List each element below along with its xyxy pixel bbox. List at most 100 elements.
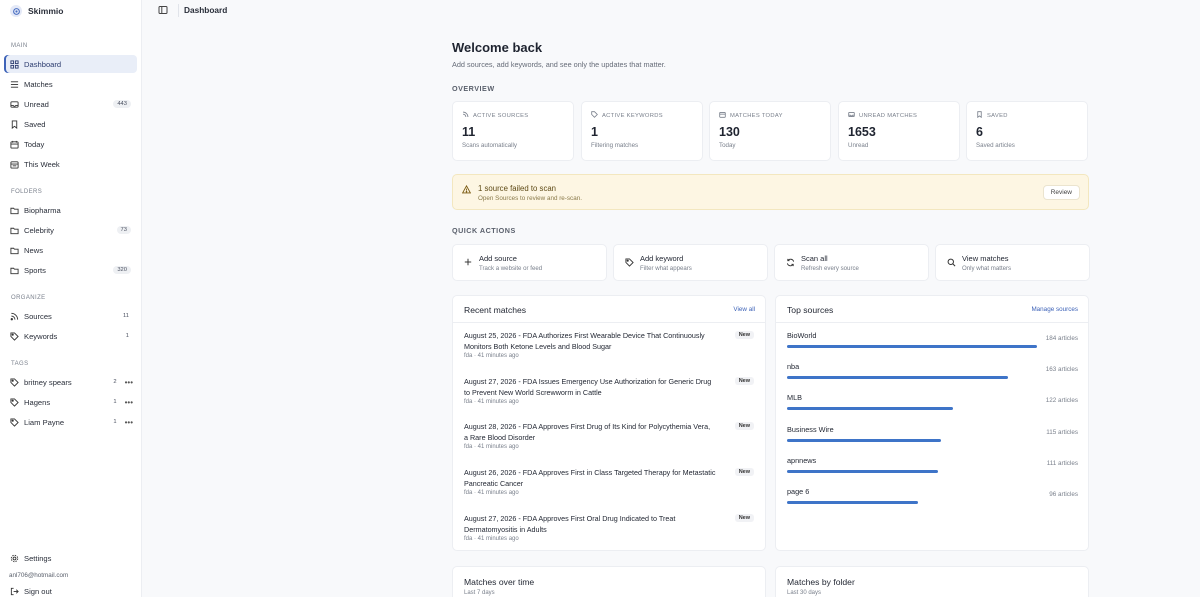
- stat-card-active-keywords[interactable]: ACTIVE KEYWORDS 1 Filtering matches: [581, 101, 703, 161]
- sidebar: Skimmio MAIN Dashboard Matches Unread 44…: [0, 0, 142, 597]
- stat-caption: Unread: [848, 142, 869, 149]
- source-bar: [787, 407, 953, 410]
- source-row[interactable]: page 6 96 articles: [787, 487, 1078, 511]
- stat-value: 6: [976, 125, 983, 139]
- brand[interactable]: Skimmio: [10, 5, 63, 17]
- panel-title: Matches by folder: [787, 577, 855, 587]
- list-item[interactable]: August 28, 2026 - FDA Approves First Dru…: [464, 421, 754, 450]
- search-icon: [946, 257, 956, 267]
- tag-icon: [9, 417, 19, 427]
- tag-count: 1: [113, 419, 117, 425]
- bookmark-icon: [9, 119, 19, 129]
- plus-icon: [463, 257, 473, 267]
- divider: [178, 4, 179, 17]
- more-icon[interactable]: •••: [125, 378, 133, 387]
- tag-count: 2: [113, 379, 117, 385]
- folder-count-badge: 73: [116, 226, 131, 234]
- more-icon[interactable]: •••: [125, 398, 133, 407]
- review-button[interactable]: Review: [1042, 185, 1080, 200]
- list-item[interactable]: August 26, 2026 - FDA Approves First in …: [464, 467, 754, 496]
- panel-title: Matches over time: [464, 577, 535, 587]
- matches-by-folder-panel: Matches by folder Last 30 days: [775, 566, 1089, 597]
- calendar-icon: [719, 111, 726, 120]
- sidebar-item-this-week[interactable]: This Week: [4, 155, 137, 173]
- list-item[interactable]: August 25, 2026 - FDA Authorizes First W…: [464, 330, 754, 359]
- recent-matches-panel: Recent matches View all August 25, 2026 …: [452, 295, 766, 551]
- quick-actions-heading: QUICK ACTIONS: [452, 226, 516, 235]
- add-keyword-button[interactable]: Add keyword Filter what appears: [613, 244, 768, 281]
- new-badge: New: [734, 377, 754, 385]
- sidebar-item-tag-liam-payne[interactable]: Liam Payne 1 •••: [4, 413, 137, 431]
- sidebar-item-sources[interactable]: Sources 11: [4, 307, 137, 325]
- tag-icon: [9, 331, 19, 341]
- more-icon[interactable]: •••: [125, 418, 133, 427]
- sidebar-item-dashboard[interactable]: Dashboard: [4, 55, 137, 73]
- gear-icon: [9, 553, 19, 563]
- folder-count-badge: 320: [113, 266, 131, 274]
- new-badge: New: [734, 422, 754, 430]
- sidebar-item-sports[interactable]: Sports 320: [4, 261, 137, 279]
- panel-title: Top sources: [787, 305, 834, 315]
- tag-icon: [624, 257, 634, 267]
- sidebar-item-keywords[interactable]: Keywords 1: [4, 327, 137, 345]
- sidebar-item-settings[interactable]: Settings: [4, 549, 137, 567]
- manage-sources-link[interactable]: Manage sources: [1031, 306, 1078, 313]
- sidebar-item-saved[interactable]: Saved: [4, 115, 137, 133]
- sidebar-item-matches[interactable]: Matches: [4, 75, 137, 93]
- sidebar-item-sign-out[interactable]: Sign out: [4, 582, 137, 597]
- sidebar-item-celebrity[interactable]: Celebrity 73: [4, 221, 137, 239]
- source-bar: [787, 439, 942, 442]
- inbox-icon: [9, 99, 19, 109]
- source-bar: [787, 376, 1009, 379]
- add-source-button[interactable]: Add source Track a website or feed: [452, 244, 607, 281]
- new-badge: New: [734, 514, 754, 522]
- grid-icon: [9, 59, 19, 69]
- source-row[interactable]: Business Wire 115 articles: [787, 425, 1078, 449]
- list-item[interactable]: August 27, 2026 - FDA Issues Emergency U…: [464, 376, 754, 405]
- folder-icon: [9, 225, 19, 235]
- stat-card-saved[interactable]: SAVED 6 Saved articles: [966, 101, 1088, 161]
- source-row[interactable]: apnnews 111 articles: [787, 456, 1078, 480]
- source-row[interactable]: nba 163 articles: [787, 362, 1078, 386]
- section-label-tags: TAGS: [11, 361, 29, 367]
- folder-icon: [9, 265, 19, 275]
- view-matches-button[interactable]: View matches Only what matters: [935, 244, 1090, 281]
- source-bar: [787, 345, 1038, 348]
- folder-icon: [9, 245, 19, 255]
- source-bar: [787, 470, 939, 473]
- scan-all-button[interactable]: Scan all Refresh every source: [774, 244, 929, 281]
- brand-name: Skimmio: [28, 6, 64, 16]
- refresh-icon: [785, 257, 795, 267]
- view-all-link[interactable]: View all: [733, 306, 755, 313]
- tag-count: 1: [113, 399, 117, 405]
- sidebar-item-unread[interactable]: Unread 443: [4, 95, 137, 113]
- source-row[interactable]: MLB 122 articles: [787, 393, 1078, 417]
- panel-subtitle: Last 7 days: [464, 590, 495, 596]
- list-icon: [9, 79, 19, 89]
- topbar: Dashboard: [142, 0, 1200, 22]
- source-row[interactable]: BioWorld 184 articles: [787, 331, 1078, 355]
- warning-icon: [461, 184, 472, 196]
- alert-title: 1 source failed to scan: [478, 184, 557, 193]
- folder-icon: [9, 205, 19, 215]
- matches-over-time-panel: Matches over time Last 7 days: [452, 566, 766, 597]
- stat-caption: Saved articles: [976, 142, 1015, 149]
- sidebar-item-tag-hagens[interactable]: Hagens 1 •••: [4, 393, 137, 411]
- user-email: anl706@hotmail.com: [9, 572, 69, 579]
- section-label-organize: ORGANIZE: [11, 295, 46, 301]
- sidebar-item-tag-britney-spears[interactable]: britney spears 2 •••: [4, 373, 137, 391]
- sidebar-item-news[interactable]: News: [4, 241, 137, 259]
- stat-card-active-sources[interactable]: ACTIVE SOURCES 11 Scans automatically: [452, 101, 574, 161]
- scan-failure-alert: 1 source failed to scan Open Sources to …: [452, 174, 1089, 210]
- sign-out-icon: [9, 586, 19, 596]
- stat-card-matches-today[interactable]: MATCHES TODAY 130 Today: [709, 101, 831, 161]
- stat-value: 11: [462, 125, 476, 139]
- sidebar-item-biopharma[interactable]: Biopharma: [4, 201, 137, 219]
- list-item[interactable]: August 27, 2026 - FDA Approves First Ora…: [464, 513, 754, 542]
- sidebar-item-today[interactable]: Today: [4, 135, 137, 153]
- new-badge: New: [734, 468, 754, 476]
- stat-card-unread-matches[interactable]: UNREAD MATCHES 1653 Unread: [838, 101, 960, 161]
- stat-caption: Today: [719, 142, 736, 149]
- sidebar-toggle-icon[interactable]: [158, 5, 168, 15]
- mail-icon: [848, 111, 855, 120]
